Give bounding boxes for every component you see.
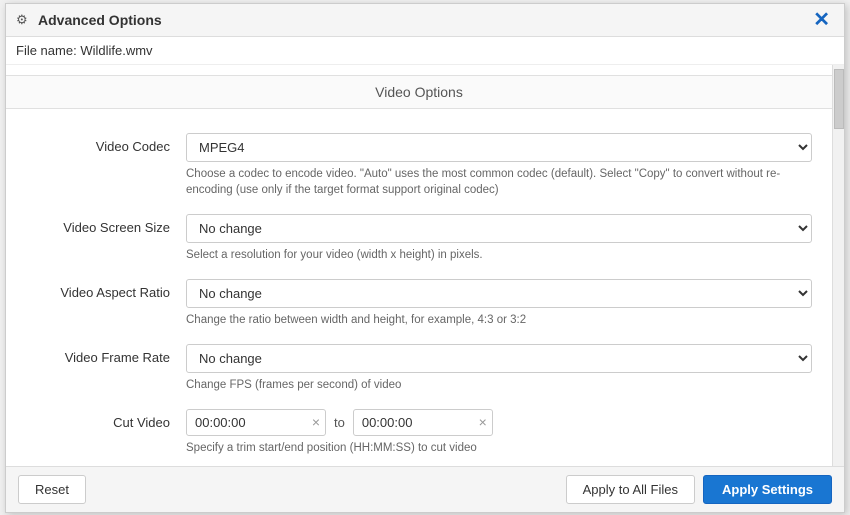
cut-end-wrapper: × — [353, 409, 493, 436]
footer-right: Apply to All Files Apply Settings — [566, 475, 832, 504]
dialog-title: Advanced Options — [38, 12, 162, 28]
video-frame-rate-row: Video Frame Rate No change 15 24 25 29.9… — [6, 336, 832, 397]
cut-start-wrapper: × — [186, 409, 326, 436]
video-codec-select[interactable]: Auto Copy MPEG4 H.264 H.265 VP8 VP9 — [186, 133, 812, 162]
video-frame-rate-label: Video Frame Rate — [26, 344, 186, 365]
video-screen-size-control: No change 320x240 640x480 1280x720 1920x… — [186, 214, 812, 263]
video-codec-label: Video Codec — [26, 133, 186, 154]
cut-to-label: to — [334, 415, 345, 430]
video-codec-hint: Choose a codec to encode video. "Auto" u… — [186, 166, 812, 198]
file-name-row: File name: Wildlife.wmv — [6, 37, 844, 65]
scrollbar-track[interactable] — [832, 65, 844, 466]
video-aspect-ratio-select[interactable]: No change 4:3 16:9 16:10 3:2 — [186, 279, 812, 308]
cut-start-input[interactable] — [186, 409, 326, 436]
cut-video-row: Cut Video × to × Specify a trim start — [6, 401, 832, 460]
file-name-label: File name: — [16, 43, 77, 58]
cut-end-input[interactable] — [353, 409, 493, 436]
scrollbar-thumb[interactable] — [834, 69, 844, 129]
video-codec-control: Auto Copy MPEG4 H.264 H.265 VP8 VP9 Choo… — [186, 133, 812, 198]
dialog-footer: Reset Apply to All Files Apply Settings — [6, 466, 844, 512]
dialog-body: Video Options Video Codec Auto Copy MPEG… — [6, 65, 844, 466]
dialog-header: ⚙ Advanced Options ✕ — [6, 4, 844, 37]
video-codec-row: Video Codec Auto Copy MPEG4 H.264 H.265 … — [6, 125, 832, 202]
gear-icon: ⚙ — [16, 12, 32, 28]
video-screen-size-hint: Select a resolution for your video (widt… — [186, 247, 812, 263]
video-frame-rate-hint: Change FPS (frames per second) of video — [186, 377, 812, 393]
video-screen-size-label: Video Screen Size — [26, 214, 186, 235]
video-frame-rate-select[interactable]: No change 15 24 25 29.97 30 60 — [186, 344, 812, 373]
video-frame-rate-control: No change 15 24 25 29.97 30 60 Change FP… — [186, 344, 812, 393]
content-area: Video Options Video Codec Auto Copy MPEG… — [6, 65, 832, 466]
close-button[interactable]: ✕ — [809, 10, 834, 30]
apply-to-all-files-button[interactable]: Apply to All Files — [566, 475, 695, 504]
cut-video-hint: Specify a trim start/end position (HH:MM… — [186, 440, 812, 456]
header-left: ⚙ Advanced Options — [16, 12, 162, 28]
video-aspect-ratio-control: No change 4:3 16:9 16:10 3:2 Change the … — [186, 279, 812, 328]
video-aspect-ratio-hint: Change the ratio between width and heigh… — [186, 312, 812, 328]
cut-video-label: Cut Video — [26, 409, 186, 430]
file-name-value: Wildlife.wmv — [80, 43, 152, 58]
video-aspect-ratio-label: Video Aspect Ratio — [26, 279, 186, 300]
advanced-options-dialog: ⚙ Advanced Options ✕ File name: Wildlife… — [5, 3, 845, 513]
cut-start-clear-button[interactable]: × — [312, 415, 320, 429]
cut-video-inputs: × to × — [186, 409, 812, 436]
cut-video-controls: × to × Specify a trim start/end position… — [186, 409, 812, 456]
reset-button[interactable]: Reset — [18, 475, 86, 504]
section-title-video-options: Video Options — [6, 75, 832, 109]
video-aspect-ratio-row: Video Aspect Ratio No change 4:3 16:9 16… — [6, 271, 832, 332]
cut-end-clear-button[interactable]: × — [479, 415, 487, 429]
video-screen-size-row: Video Screen Size No change 320x240 640x… — [6, 206, 832, 267]
apply-settings-button[interactable]: Apply Settings — [703, 475, 832, 504]
video-screen-size-select[interactable]: No change 320x240 640x480 1280x720 1920x… — [186, 214, 812, 243]
